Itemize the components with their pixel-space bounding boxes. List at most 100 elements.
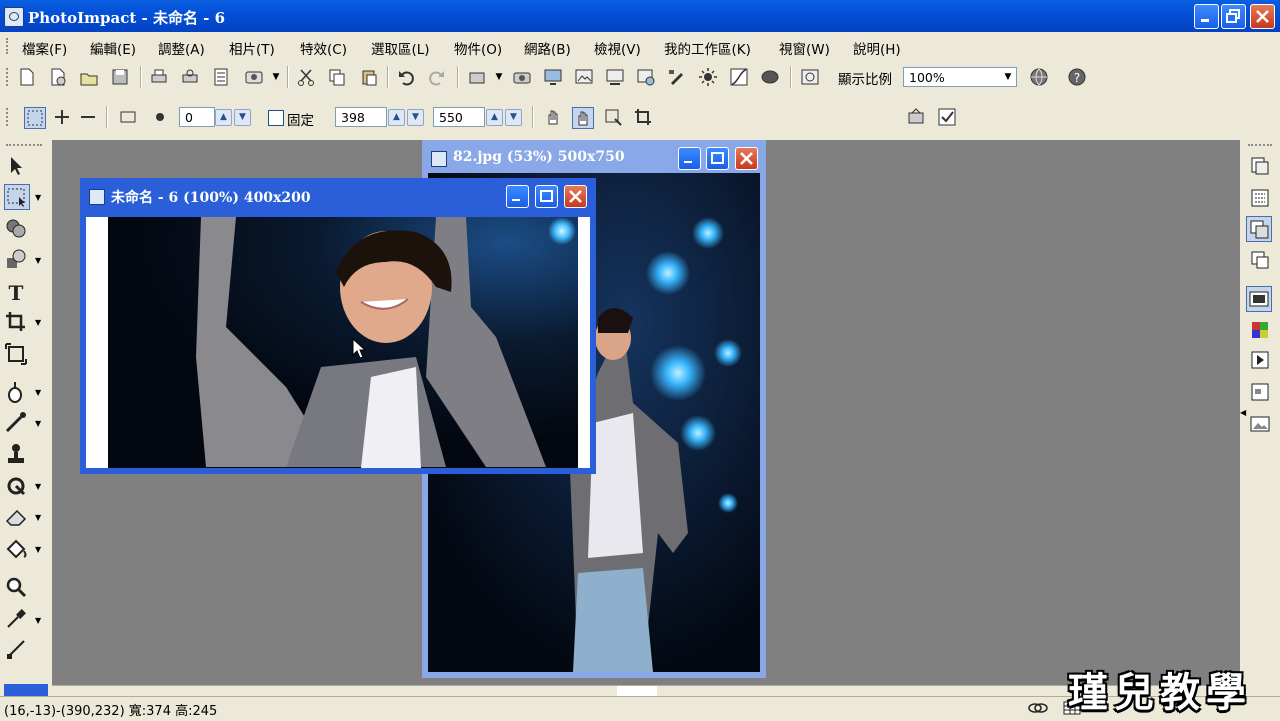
brush-icon[interactable]: [667, 67, 687, 87]
color-panel-icon[interactable]: [1248, 318, 1272, 342]
width-spinner[interactable]: ▲ ▼: [388, 107, 424, 127]
menu-grip[interactable]: [6, 38, 11, 54]
help-icon[interactable]: ?: [1067, 67, 1087, 87]
path-tool-icon[interactable]: [4, 248, 28, 272]
object-manager-icon[interactable]: [1246, 216, 1272, 242]
retouch-tool-arrow[interactable]: ▼: [35, 419, 41, 428]
image-panel-icon[interactable]: [1248, 412, 1272, 436]
attribute-toolbar-grip[interactable]: [6, 108, 11, 126]
tool-panel-footer[interactable]: [4, 684, 48, 696]
menu-adjust[interactable]: 調整(A): [158, 38, 205, 58]
line-tool-icon[interactable]: [4, 637, 28, 661]
web-preview-icon[interactable]: [636, 67, 656, 87]
eyedropper-tool-arrow[interactable]: ▼: [35, 616, 41, 625]
menu-object[interactable]: 物件(O): [454, 38, 502, 58]
spin-down-icon[interactable]: ▼: [407, 109, 424, 126]
fill-tool-arrow[interactable]: ▼: [35, 545, 41, 554]
mask-tool-icon[interactable]: [4, 216, 28, 240]
fixed-checkbox[interactable]: [268, 110, 284, 126]
play-icon[interactable]: [1248, 348, 1272, 372]
transform-icon[interactable]: [603, 107, 623, 127]
doc-close-button[interactable]: [735, 147, 758, 170]
clipboard-mode-icon[interactable]: [467, 67, 487, 87]
zoom-view-icon[interactable]: [800, 67, 820, 87]
transform-tool-icon[interactable]: [4, 342, 28, 366]
selection-tool-arrow[interactable]: ▼: [35, 193, 41, 202]
doc-maximize-button[interactable]: [706, 147, 729, 170]
menu-workspace[interactable]: 我的工作區(K): [664, 38, 751, 58]
soft-edge-field[interactable]: 0: [179, 107, 215, 127]
display-icon[interactable]: [605, 67, 625, 87]
quick-command-icon[interactable]: [1248, 248, 1272, 272]
doc-maximize-button[interactable]: [535, 185, 558, 208]
monitor-icon[interactable]: [543, 67, 563, 87]
paint-tool-arrow[interactable]: ▼: [35, 388, 41, 397]
height-field[interactable]: 550: [433, 107, 485, 127]
menu-edit[interactable]: 編輯(E): [90, 38, 136, 58]
width-field[interactable]: 398: [335, 107, 387, 127]
selection-mode-icon[interactable]: [118, 107, 138, 127]
new-from-template-icon[interactable]: [48, 67, 68, 87]
soft-edge-icon[interactable]: [150, 107, 170, 127]
curve-icon[interactable]: [729, 67, 749, 87]
scroll-indicator[interactable]: [617, 686, 657, 696]
eraser-tool-icon[interactable]: [4, 505, 28, 529]
height-spinner[interactable]: ▲ ▼: [486, 107, 522, 127]
menu-file[interactable]: 檔案(F): [22, 38, 67, 58]
new-file-icon[interactable]: [17, 67, 37, 87]
clone-tool-icon[interactable]: [4, 442, 28, 466]
menu-effects[interactable]: 特效(C): [300, 38, 347, 58]
add-selection-icon[interactable]: [52, 107, 72, 127]
layer-manager-icon[interactable]: [1248, 186, 1272, 210]
hand-select-icon[interactable]: [543, 107, 563, 127]
selection-tool-icon[interactable]: [4, 184, 30, 210]
spin-up-icon[interactable]: ▲: [388, 109, 405, 126]
retouch-tool-icon[interactable]: [4, 410, 28, 434]
paste-icon[interactable]: [359, 67, 379, 87]
scan-dropdown-arrow[interactable]: ▼: [268, 67, 284, 87]
new-selection-icon[interactable]: [24, 107, 46, 129]
print-icon[interactable]: [149, 67, 169, 87]
soft-edge-spinner[interactable]: ▲ ▼: [215, 107, 251, 127]
eraser-tool-arrow[interactable]: ▼: [35, 513, 41, 522]
close-button[interactable]: [1250, 4, 1275, 29]
doc-minimize-button[interactable]: [678, 147, 701, 170]
menu-selection[interactable]: 選取區(L): [371, 38, 430, 58]
eyedropper-tool-icon[interactable]: [4, 607, 28, 631]
easy-palette-icon[interactable]: [1248, 154, 1272, 178]
open-icon[interactable]: [79, 67, 99, 87]
menu-window[interactable]: 視窗(W): [779, 38, 830, 58]
document-canvas-untitled[interactable]: [86, 217, 590, 468]
gallery-icon[interactable]: [1248, 380, 1272, 404]
menu-view[interactable]: 檢視(V): [594, 38, 641, 58]
menu-web[interactable]: 網路(B): [524, 38, 571, 58]
document-titlebar[interactable]: 82.jpg (53%) 500x750: [425, 143, 763, 173]
image-frame-icon[interactable]: [574, 67, 594, 87]
doc-minimize-button[interactable]: [506, 185, 529, 208]
status-link-icon[interactable]: [1028, 700, 1048, 716]
document-titlebar[interactable]: 未命名 - 6 (100%) 400x200: [83, 181, 593, 211]
document-window-untitled-6[interactable]: 未命名 - 6 (100%) 400x200: [80, 178, 596, 474]
save-icon[interactable]: [110, 67, 130, 87]
toolbar-grip[interactable]: [6, 68, 11, 86]
path-tool-arrow[interactable]: ▼: [35, 256, 41, 265]
undo-icon[interactable]: [396, 67, 416, 87]
restore-button[interactable]: [1221, 4, 1246, 29]
redo-icon[interactable]: [427, 67, 447, 87]
cut-icon[interactable]: [296, 67, 316, 87]
photoimpact-app-icon[interactable]: [4, 7, 24, 27]
print-layout-icon[interactable]: [211, 67, 231, 87]
crop-icon[interactable]: [633, 107, 653, 127]
subtract-selection-icon[interactable]: [78, 107, 98, 127]
copy-icon[interactable]: [327, 67, 347, 87]
spin-up-icon[interactable]: ▲: [486, 109, 503, 126]
document-manager-icon[interactable]: [1246, 286, 1272, 312]
tool-panel-grip[interactable]: [6, 144, 42, 149]
print-preview-icon[interactable]: [180, 67, 200, 87]
clipboard-dropdown-arrow[interactable]: ▼: [491, 67, 507, 87]
minimize-button[interactable]: [1194, 4, 1219, 29]
zoom-dropdown-arrow[interactable]: ▼: [1000, 67, 1016, 87]
eraser-clone-tool-arrow[interactable]: ▼: [35, 482, 41, 491]
pick-tool-icon[interactable]: [4, 154, 28, 178]
menu-photo[interactable]: 相片(T): [229, 38, 275, 58]
